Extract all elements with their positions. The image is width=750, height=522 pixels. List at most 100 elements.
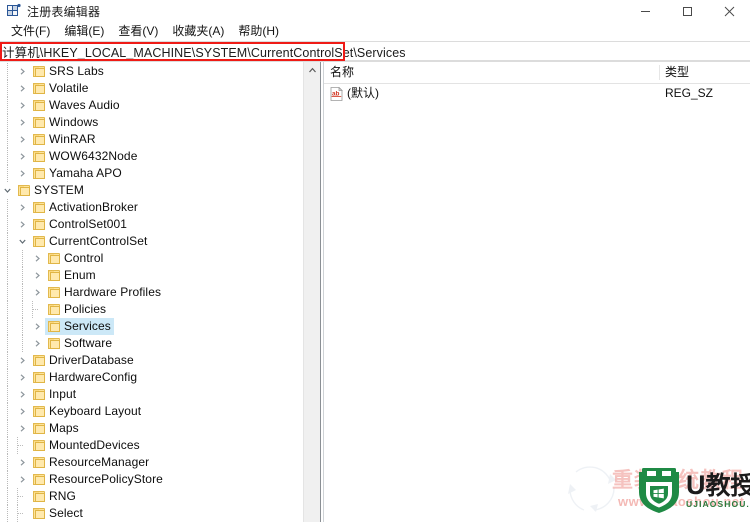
brand-url: UJIAOSHOU.COM	[686, 499, 750, 509]
tree-item[interactable]: Software	[0, 335, 303, 352]
tree-indent-guide	[0, 335, 15, 352]
address-bar[interactable]: 计算机\HKEY_LOCAL_MACHINE\SYSTEM\CurrentCon…	[0, 41, 750, 61]
tree-item[interactable]: SYSTEM	[0, 182, 303, 199]
menu-help[interactable]: 帮助(H)	[231, 22, 286, 41]
folder-icon	[30, 454, 47, 471]
registry-tree-pane: SRS Labs Volatile Waves Audio Windows WinRAR…	[0, 62, 320, 522]
tree-item[interactable]: ActivationBroker	[0, 199, 303, 216]
scroll-up-arrow-icon[interactable]	[304, 62, 320, 79]
chevron-right-icon[interactable]	[15, 199, 30, 216]
chevron-right-icon[interactable]	[30, 335, 45, 352]
chevron-right-icon[interactable]	[15, 148, 30, 165]
chevron-right-icon[interactable]	[15, 403, 30, 420]
column-header-type[interactable]: 类型	[659, 62, 750, 83]
tree-item[interactable]: WinRAR	[0, 131, 303, 148]
chevron-down-icon[interactable]	[0, 182, 15, 199]
tree-indent-guide	[0, 233, 15, 250]
tree-item[interactable]: Select	[0, 505, 303, 522]
scrollbar-track[interactable]	[304, 79, 320, 522]
tree-item[interactable]: Volatile	[0, 80, 303, 97]
tree-indent-guide	[0, 505, 15, 522]
folder-icon	[30, 165, 47, 182]
brand-letter-u: U	[686, 470, 706, 500]
tree-item[interactable]: HardwareConfig	[0, 369, 303, 386]
chevron-right-icon[interactable]	[15, 80, 30, 97]
chevron-right-icon[interactable]	[15, 63, 30, 80]
folder-icon	[30, 216, 47, 233]
folder-icon	[30, 352, 47, 369]
chevron-right-icon[interactable]	[15, 114, 30, 131]
column-header-name[interactable]: 名称	[324, 62, 659, 83]
tree-item[interactable]: DriverDatabase	[0, 352, 303, 369]
registry-string-value-icon: ab	[330, 86, 343, 101]
folder-icon	[30, 386, 47, 403]
registry-tree[interactable]: SRS Labs Volatile Waves Audio Windows WinRAR…	[0, 62, 303, 522]
tree-item[interactable]: Hardware Profiles	[0, 284, 303, 301]
address-bar-container: 计算机\HKEY_LOCAL_MACHINE\SYSTEM\CurrentCon…	[0, 41, 750, 61]
tree-item[interactable]: Maps	[0, 420, 303, 437]
ujiaoshou-logo: U教授 UJIAOSHOU.COM	[636, 466, 750, 514]
table-row[interactable]: ab (默认) REG_SZ	[324, 84, 750, 103]
tree-item[interactable]: Waves Audio	[0, 97, 303, 114]
minimize-button[interactable]	[624, 0, 666, 22]
chevron-right-icon[interactable]	[30, 267, 45, 284]
tree-item[interactable]: WOW6432Node	[0, 148, 303, 165]
tree-indent-guide	[0, 420, 15, 437]
tree-item[interactable]: Policies	[0, 301, 303, 318]
tree-item[interactable]: Keyboard Layout	[0, 403, 303, 420]
chevron-right-icon[interactable]	[15, 97, 30, 114]
chevron-right-icon[interactable]	[15, 454, 30, 471]
chevron-right-icon[interactable]	[30, 250, 45, 267]
tree-item[interactable]: Yamaha APO	[0, 165, 303, 182]
tree-item-label: WOW6432Node	[49, 149, 138, 163]
tree-indent-guide	[0, 352, 15, 369]
tree-scrollbar[interactable]	[303, 62, 320, 522]
menu-edit[interactable]: 编辑(E)	[57, 22, 111, 41]
chevron-right-icon[interactable]	[15, 131, 30, 148]
chevron-right-icon[interactable]	[30, 318, 45, 335]
chevron-right-icon[interactable]	[15, 386, 30, 403]
menu-file[interactable]: 文件(F)	[4, 22, 57, 41]
chevron-right-icon[interactable]	[15, 165, 30, 182]
tree-item[interactable]: Control	[0, 250, 303, 267]
folder-icon	[30, 63, 47, 80]
tree-item[interactable]: ControlSet001	[0, 216, 303, 233]
folder-icon	[30, 488, 47, 505]
tree-indent-guide	[0, 97, 15, 114]
chevron-right-icon[interactable]	[15, 369, 30, 386]
registry-editor-window: 注册表编辑器 文件(F) 编辑(E) 查看(V) 收藏夹(A) 帮助(H) 计算…	[0, 0, 750, 522]
registry-values-pane: 名称 类型 ab (默认) REG_SZ 重装系统教程 www.ujiaosho…	[324, 62, 750, 522]
chevron-right-icon[interactable]	[15, 471, 30, 488]
tree-item[interactable]: Services	[0, 318, 303, 335]
tree-item[interactable]: CurrentControlSet	[0, 233, 303, 250]
tree-item[interactable]: Enum	[0, 267, 303, 284]
tree-item[interactable]: Input	[0, 386, 303, 403]
folder-icon	[45, 250, 62, 267]
menu-view[interactable]: 查看(V)	[111, 22, 165, 41]
ghost-url-text: www.ujiaoshou.net	[618, 494, 745, 509]
folder-icon	[30, 471, 47, 488]
tree-indent-guide	[0, 165, 15, 182]
chevron-right-icon[interactable]	[15, 216, 30, 233]
chevron-right-icon[interactable]	[30, 284, 45, 301]
tree-item-label: RNG	[49, 489, 76, 503]
menu-favorites[interactable]: 收藏夹(A)	[165, 22, 231, 41]
tree-item[interactable]: ResourceManager	[0, 454, 303, 471]
tree-leaf-marker	[15, 505, 30, 522]
tree-item[interactable]: Windows	[0, 114, 303, 131]
tree-item[interactable]: SRS Labs	[0, 63, 303, 80]
tree-item[interactable]: MountedDevices	[0, 437, 303, 454]
close-button[interactable]	[708, 0, 750, 22]
tree-indent-guide	[0, 131, 15, 148]
folder-icon	[30, 420, 47, 437]
tree-indent-guide	[0, 301, 15, 318]
chevron-down-icon[interactable]	[15, 233, 30, 250]
chevron-right-icon[interactable]	[15, 420, 30, 437]
tree-item-label: ResourcePolicyStore	[49, 472, 163, 486]
maximize-button[interactable]	[666, 0, 708, 22]
tree-indent-guide	[0, 114, 15, 131]
tree-item[interactable]: RNG	[0, 488, 303, 505]
tree-item[interactable]: ResourcePolicyStore	[0, 471, 303, 488]
chevron-right-icon[interactable]	[15, 352, 30, 369]
folder-icon	[30, 233, 47, 250]
